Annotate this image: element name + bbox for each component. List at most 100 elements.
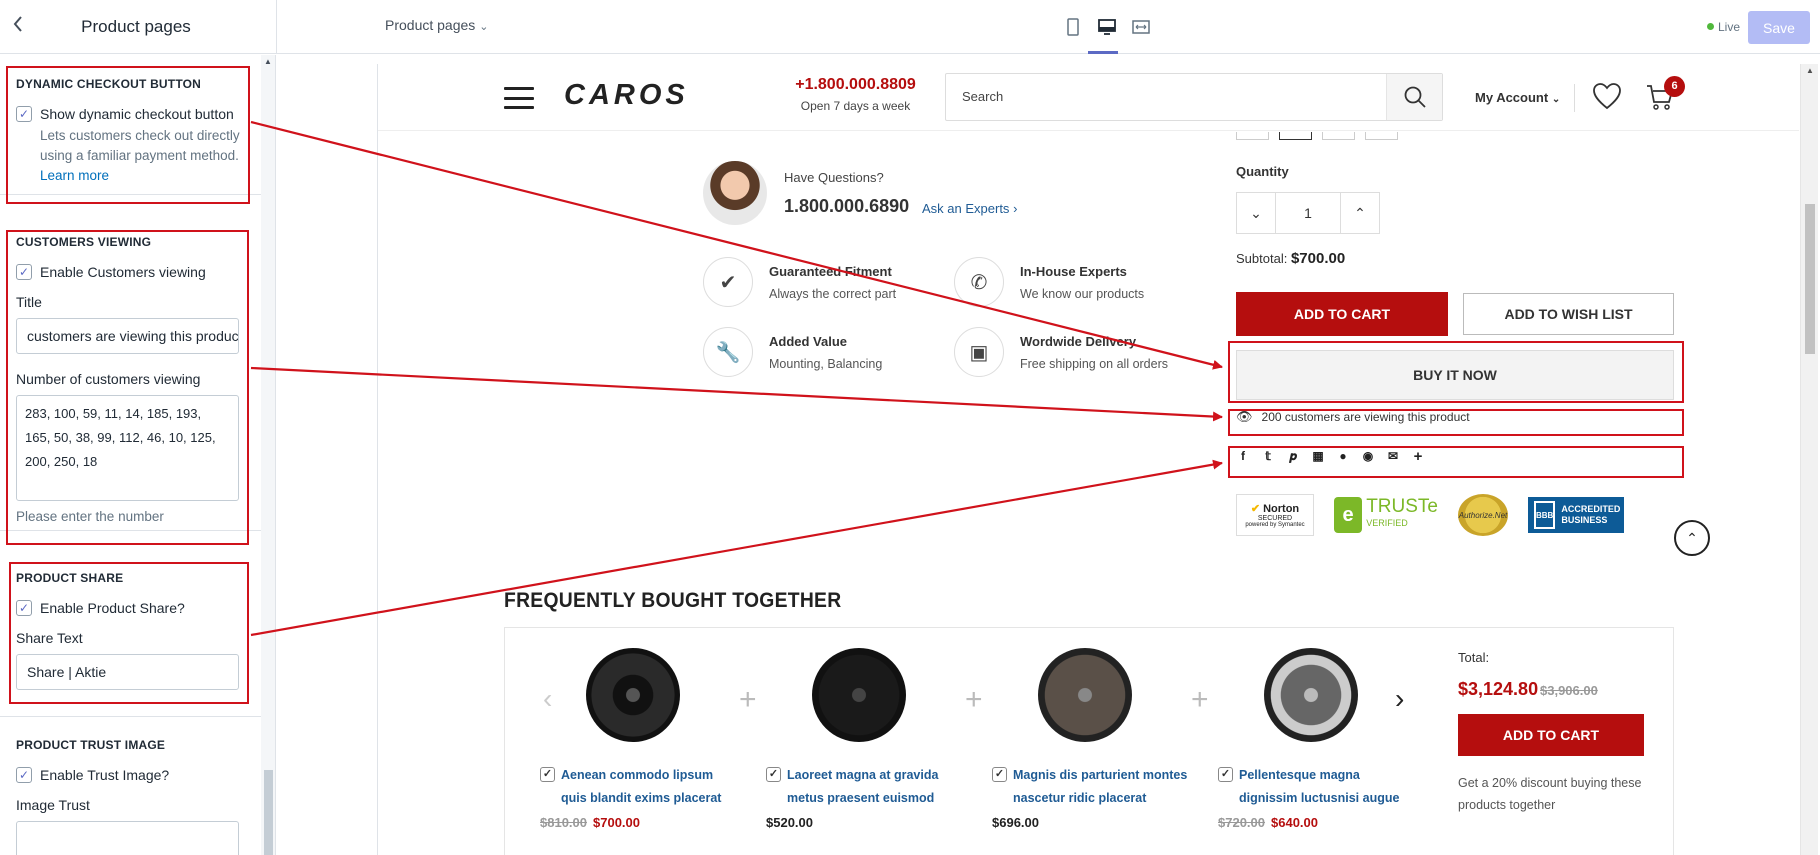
norton-powered: powered by Symantec [1245, 522, 1305, 528]
active-view-indicator [1088, 51, 1118, 54]
questions-label: Have Questions? [784, 170, 884, 185]
trust-image-toggle[interactable]: ✓ Enable Trust Image? [16, 767, 246, 783]
price: $700.00 [593, 815, 640, 830]
product-image[interactable] [1264, 648, 1358, 742]
feature-title: Guaranteed Fitment [769, 264, 892, 279]
live-dot-icon [1707, 23, 1714, 30]
annotation-box-viewing [1228, 409, 1684, 436]
scroll-to-top-button[interactable]: ⌃ [1674, 520, 1710, 556]
panel-title: Product pages [81, 17, 191, 36]
fbt-title: FREQUENTLY BOUGHT TOGETHER [504, 589, 842, 612]
search-input[interactable]: Search [945, 73, 1443, 121]
box-icon: ▣ [954, 327, 1004, 377]
checkbox-checked-icon[interactable]: ✓ [16, 767, 32, 783]
truste-verified: VERIFIED [1366, 518, 1408, 528]
menu-icon[interactable] [504, 87, 534, 109]
fbt-discount-note: Get a 20% discount buying these products… [1458, 776, 1642, 812]
bbb-logo-icon: BBB [1534, 501, 1556, 529]
chevron-down-icon[interactable]: ⌄ [1237, 193, 1275, 233]
fbt-product: ✓ Magnis dis parturient montes nascetur r… [992, 648, 1192, 830]
product-name-text: Magnis dis parturient montes nascetur ri… [1013, 768, 1188, 805]
back-button[interactable] [6, 14, 30, 40]
page-selector[interactable]: Product pages ⌄ [385, 17, 489, 33]
site-header: CAROS +1.800.000.8809 Open 7 days a week… [378, 64, 1799, 131]
cart-count-badge: 6 [1664, 76, 1685, 97]
fbt-product-price: $520.00 [766, 815, 966, 830]
add-to-cart-button[interactable]: ADD TO CART [1236, 292, 1448, 336]
chevron-left-icon [13, 16, 22, 32]
fbt-product-price: $720.00 $640.00 [1218, 815, 1418, 830]
norton-name: Norton [1263, 503, 1300, 515]
wishlist-heart-icon[interactable] [1592, 82, 1622, 115]
thumbnail[interactable] [1279, 132, 1312, 140]
fbt-product-name[interactable]: ✓ Magnis dis parturient montes nascetur r… [992, 764, 1192, 810]
site-logo[interactable]: CAROS [564, 79, 689, 112]
checkbox-checked-icon[interactable]: ✓ [992, 767, 1007, 782]
check-icon: ✔ [1250, 503, 1261, 515]
product-image[interactable] [586, 648, 680, 742]
quantity-input[interactable]: 1 [1275, 193, 1341, 233]
chevron-right-icon: › [1013, 201, 1018, 216]
header-phone: +1.800.000.8809 Open 7 days a week [778, 76, 933, 113]
fbt-add-to-cart-button[interactable]: ADD TO CART [1458, 714, 1644, 756]
fbt-product-price: $696.00 [992, 815, 1192, 830]
desktop-icon[interactable] [1094, 14, 1120, 40]
scroll-up-icon[interactable]: ▲ [264, 57, 272, 66]
fbt-product-name[interactable]: ✓ Aenean commodo lipsum quis blandit exim… [540, 764, 740, 810]
feature-sub: Always the correct part [769, 287, 897, 301]
bbb-accredited: ACCREDITED [1561, 504, 1621, 514]
old-price: $720.00 [1218, 815, 1265, 830]
ask-experts-label: Ask an Experts [922, 201, 1010, 216]
divider [1574, 84, 1575, 112]
mobile-icon[interactable] [1060, 14, 1086, 40]
scrollbar-thumb[interactable] [1805, 204, 1815, 354]
chevron-down-icon: ⌄ [479, 21, 489, 33]
norton-badge: ✔ Norton SECURED powered by Symantec [1236, 494, 1314, 536]
search-button[interactable] [1386, 74, 1442, 120]
scroll-up-icon[interactable]: ▲ [1806, 66, 1814, 75]
editor-topbar: Product pages Product pages ⌄ Live Save [0, 0, 1820, 54]
plus-icon: + [1191, 683, 1209, 716]
ask-experts-link[interactable]: Ask an Experts › [922, 201, 1017, 216]
product-image[interactable] [812, 648, 906, 742]
thumbnail[interactable] [1365, 132, 1398, 140]
fbt-product-name[interactable]: ✓ Laoreet magna at gravida metus praesent… [766, 764, 966, 810]
feature-title: In-House Experts [1020, 264, 1127, 279]
truste-name: TRUSTe [1366, 496, 1438, 517]
annotation-box-dynamic-checkout [6, 66, 250, 204]
save-button[interactable]: Save [1748, 11, 1810, 44]
quantity-stepper: ⌄ 1 ⌃ [1236, 192, 1380, 234]
norton-secured: SECURED [1257, 515, 1293, 522]
annotation-box-customers-viewing [6, 230, 249, 545]
thumbnail[interactable] [1236, 132, 1269, 140]
live-label: Live [1718, 20, 1741, 34]
live-status: Live [1707, 20, 1740, 34]
search-icon [1404, 86, 1426, 108]
fbt-panel: ‹ › ✓ Aenean commodo lipsum quis blandit … [504, 627, 1674, 855]
checkbox-checked-icon[interactable]: ✓ [1218, 767, 1233, 782]
total-label: Total: [1458, 650, 1490, 665]
checkbox-checked-icon[interactable]: ✓ [540, 767, 555, 782]
image-trust-picker[interactable] [16, 821, 239, 855]
feature-title: Added Value [769, 334, 848, 349]
questions-phone[interactable]: 1.800.000.6890 [784, 196, 909, 217]
sidebar-scrollbar[interactable]: ▲ [261, 55, 275, 855]
fullscreen-icon[interactable] [1128, 14, 1154, 40]
my-account-menu[interactable]: My Account ⌄ [1475, 90, 1560, 105]
add-to-wishlist-button[interactable]: ADD TO WISH LIST [1463, 293, 1674, 335]
phone-icon: ✆ [954, 257, 1004, 307]
preview-scrollbar[interactable]: ▲ [1800, 64, 1818, 855]
scrollbar-thumb[interactable] [264, 770, 273, 855]
chevron-up-icon[interactable]: ⌃ [1341, 193, 1379, 233]
header-phone-number[interactable]: +1.800.000.8809 [778, 76, 933, 94]
thumbnail[interactable] [1322, 132, 1355, 140]
price: $520.00 [766, 815, 813, 830]
price: $696.00 [992, 815, 1039, 830]
product-image[interactable] [1038, 648, 1132, 742]
fbt-product-name[interactable]: ✓ Pellentesque magna dignissim luctusnisi… [1218, 764, 1418, 810]
bbb-badge: BBB ACCREDITED BUSINESS [1528, 497, 1624, 533]
wrench-icon: 🔧 [703, 327, 753, 377]
bbb-business: BUSINESS [1561, 515, 1608, 525]
truste-badge: e TRUSTe VERIFIED [1334, 496, 1438, 534]
checkbox-checked-icon[interactable]: ✓ [766, 767, 781, 782]
